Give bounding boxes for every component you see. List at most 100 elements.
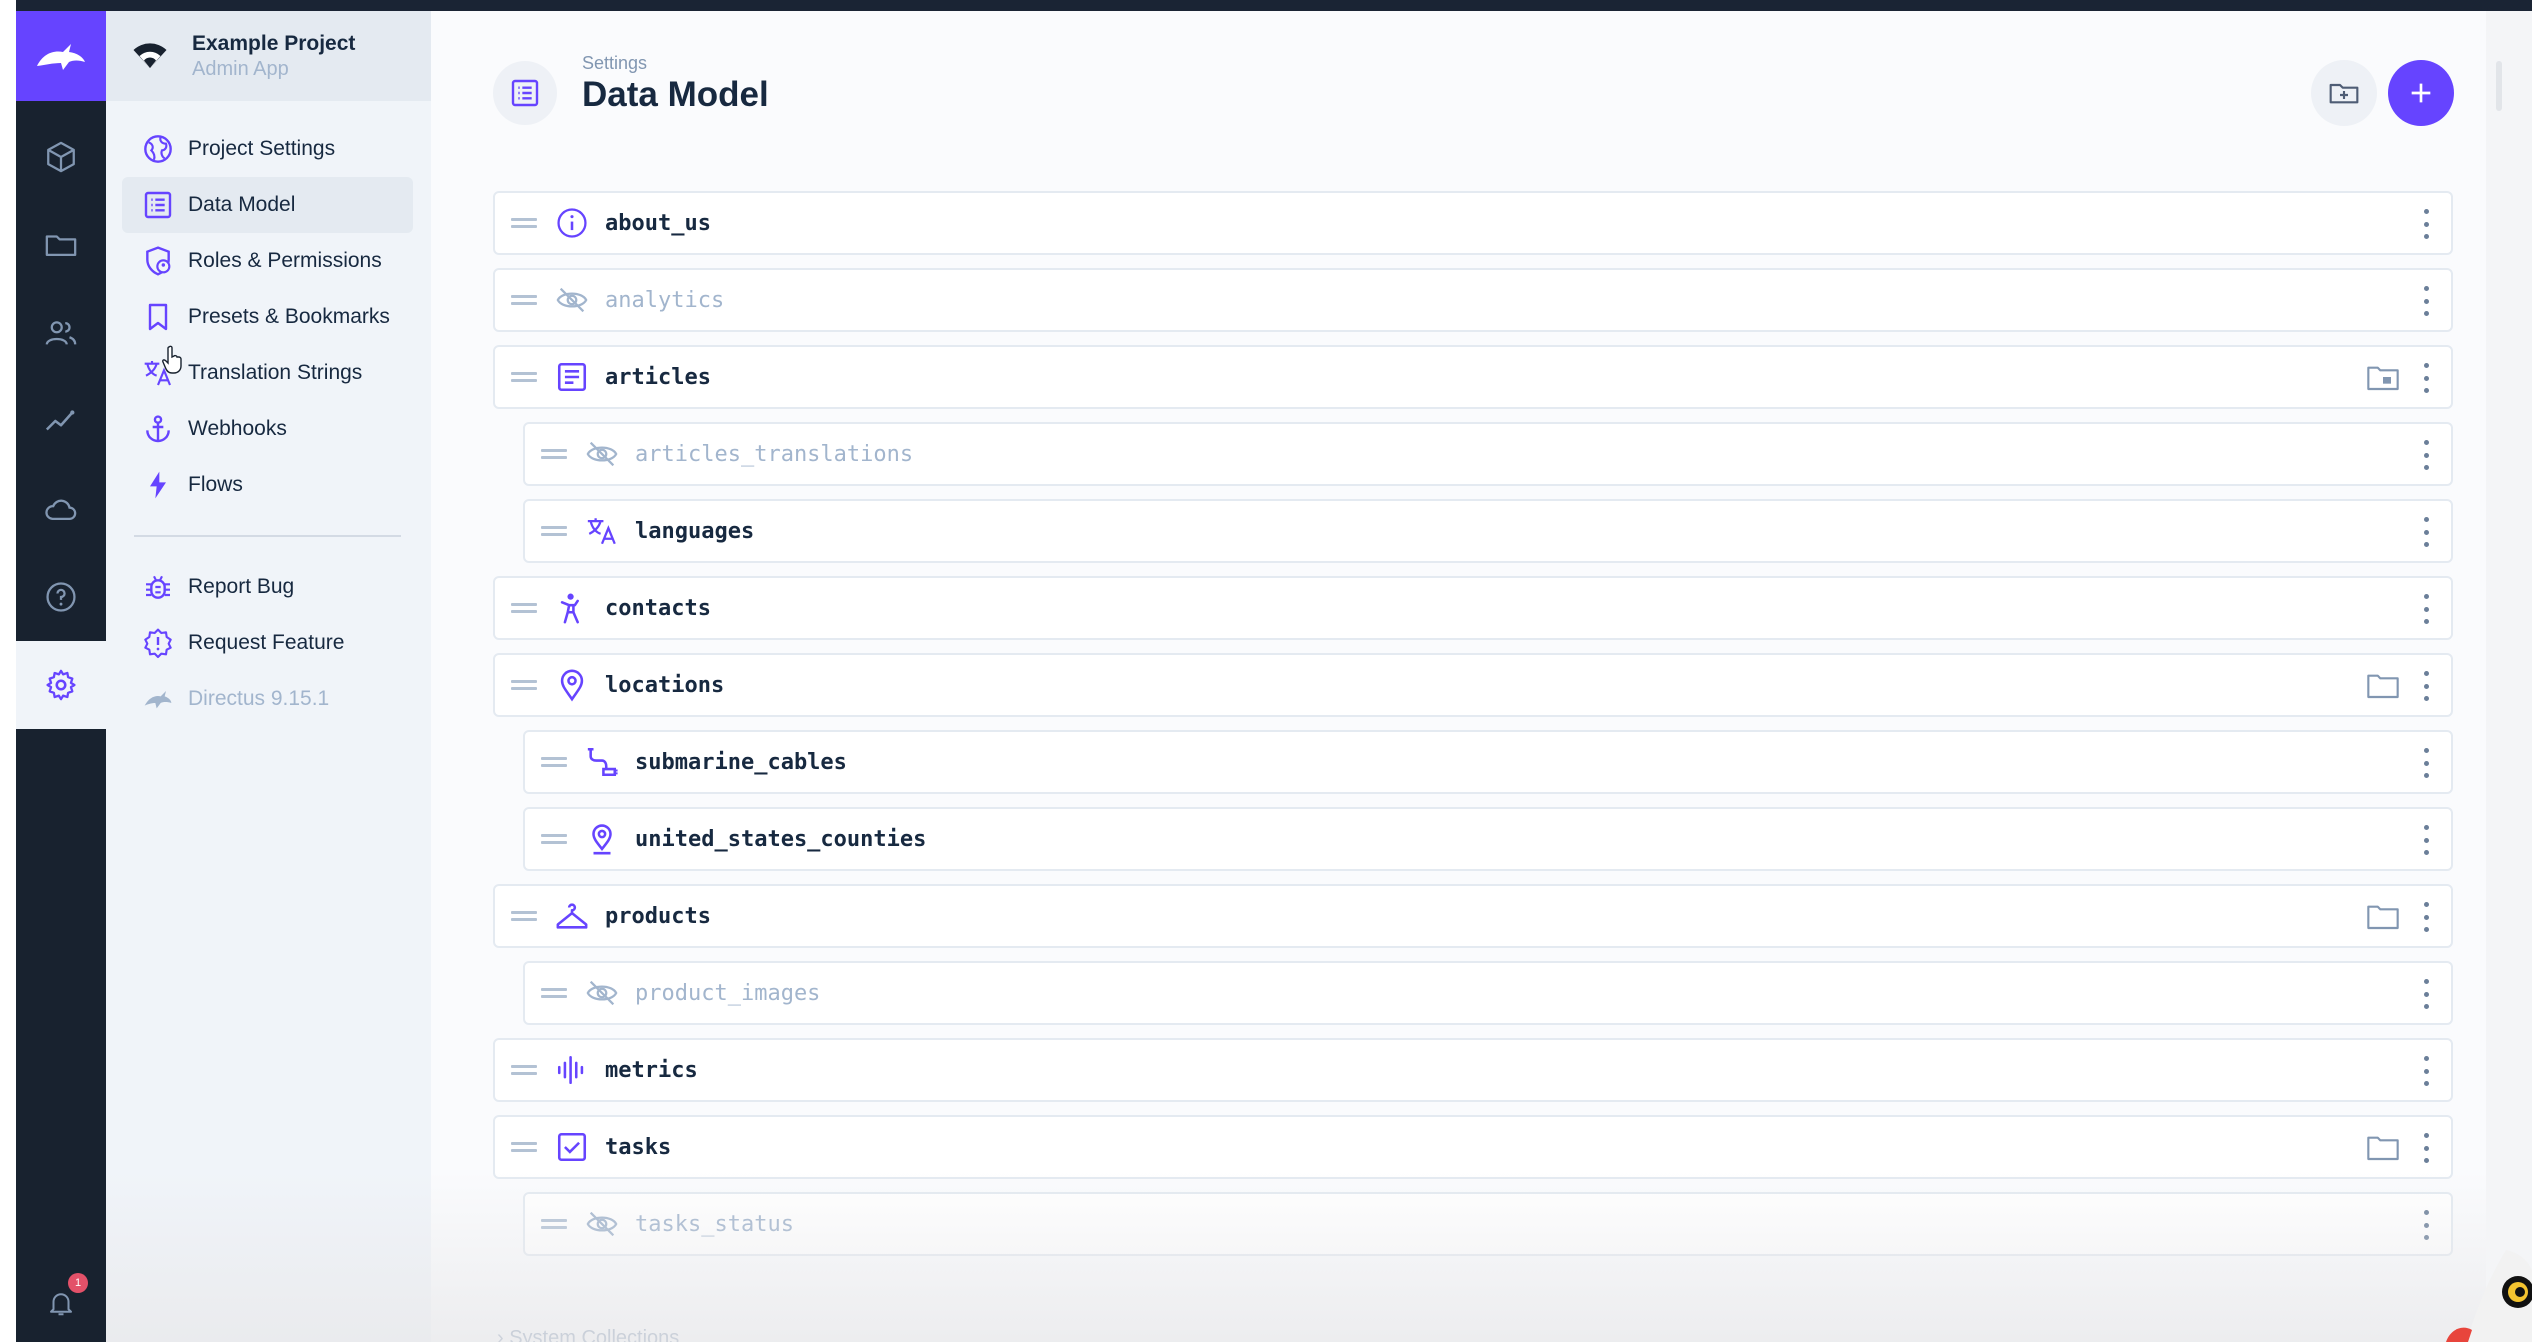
collection-name: tasks	[605, 1134, 672, 1160]
directus-logo[interactable]	[16, 11, 106, 101]
drag-handle[interactable]	[511, 217, 537, 229]
project-info[interactable]: Example Project Admin App	[106, 11, 431, 101]
notifications-button[interactable]	[16, 1273, 106, 1333]
collection-row-contacts[interactable]: contacts	[493, 576, 2453, 640]
more-options-button[interactable]	[2421, 517, 2431, 547]
frame-edge	[0, 0, 16, 1342]
drag-handle[interactable]	[511, 371, 537, 383]
nav-item-webhooks[interactable]: Webhooks	[122, 401, 413, 457]
collection-row-languages[interactable]: languages	[523, 499, 2453, 563]
scrollbar-thumb[interactable]	[2496, 61, 2502, 111]
drag-handle[interactable]	[511, 602, 537, 614]
more-options-button[interactable]	[2421, 1210, 2431, 1240]
drag-handle[interactable]	[511, 679, 537, 691]
nav-item-presets-bookmarks[interactable]: Presets & Bookmarks	[122, 289, 413, 345]
more-options-button[interactable]	[2421, 1133, 2431, 1163]
drag-handle[interactable]	[541, 448, 567, 460]
rabbit-logo-icon	[37, 44, 85, 70]
collection-name: metrics	[605, 1057, 698, 1083]
system-collections-toggle[interactable]: › System Collections	[497, 1327, 679, 1342]
collection-row-metrics[interactable]: metrics	[493, 1038, 2453, 1102]
cable-icon	[587, 747, 618, 777]
project-logo-icon	[133, 43, 167, 68]
check-box-icon	[557, 1132, 587, 1162]
box-icon	[47, 141, 75, 173]
collection-row-locations[interactable]: locations	[493, 653, 2453, 717]
breadcrumb[interactable]: Settings	[582, 53, 647, 74]
more-options-button[interactable]	[2421, 825, 2431, 855]
nav-item-report-bug[interactable]: Report Bug	[122, 559, 413, 615]
nav-item-data-model[interactable]: Data Model	[122, 177, 413, 233]
collection-row-articles[interactable]: articles	[493, 345, 2453, 409]
drag-handle[interactable]	[511, 1064, 537, 1076]
collection-row-product-images[interactable]: product_images	[523, 961, 2453, 1025]
drag-handle[interactable]	[511, 294, 537, 306]
collection-name: product_images	[635, 980, 821, 1006]
mascot-decoration-icon	[2446, 1250, 2532, 1342]
more-options-button[interactable]	[2421, 902, 2431, 932]
folder-icon	[2367, 905, 2399, 930]
visibility-off-icon	[586, 980, 618, 1006]
more-options-button[interactable]	[2421, 209, 2431, 239]
collection-name: products	[605, 903, 711, 929]
hand-cursor-icon	[162, 345, 182, 374]
more-options-button[interactable]	[2421, 979, 2431, 1009]
collection-name: about_us	[605, 210, 711, 236]
nav-item-project-settings[interactable]: Project Settings	[122, 121, 413, 177]
gear-icon	[46, 669, 76, 701]
notification-count-badge: 1	[68, 1273, 88, 1293]
module-help[interactable]	[16, 553, 106, 641]
module-users[interactable]	[16, 289, 106, 377]
settings-nav-list: Project Settings Data Model Roles & Perm…	[122, 121, 413, 727]
collection-row-articles-translations[interactable]: articles_translations	[523, 422, 2453, 486]
module-content[interactable]	[16, 113, 106, 201]
users-icon	[45, 321, 77, 345]
more-options-button[interactable]	[2421, 671, 2431, 701]
create-collection-button[interactable]	[2388, 60, 2454, 126]
module-cloud[interactable]	[16, 465, 106, 553]
collection-name: articles_translations	[635, 441, 914, 467]
module-files[interactable]	[16, 201, 106, 289]
more-options-button[interactable]	[2421, 1056, 2431, 1086]
add-icon	[2411, 83, 2431, 103]
more-options-button[interactable]	[2421, 748, 2431, 778]
collection-row-analytics[interactable]: analytics	[493, 268, 2453, 332]
collection-row-products[interactable]: products	[493, 884, 2453, 948]
nav-item-label: Webhooks	[188, 417, 287, 440]
drag-handle[interactable]	[541, 1218, 567, 1230]
drag-handle[interactable]	[541, 756, 567, 768]
collection-name: united_states_counties	[635, 826, 927, 852]
drag-handle[interactable]	[511, 1141, 537, 1153]
visibility-off-icon	[586, 1211, 618, 1237]
module-settings[interactable]	[16, 641, 106, 729]
drag-handle[interactable]	[511, 910, 537, 922]
more-options-button[interactable]	[2421, 440, 2431, 470]
nav-item-flows[interactable]: Flows	[122, 457, 413, 513]
more-options-button[interactable]	[2421, 594, 2431, 624]
visibility-off-icon	[586, 441, 618, 467]
list-alt-icon	[511, 79, 539, 107]
drag-handle[interactable]	[541, 987, 567, 999]
nav-item-label: Presets & Bookmarks	[188, 305, 390, 328]
nav-item-version[interactable]: Directus 9.15.1	[122, 671, 413, 727]
window-top-border	[0, 0, 2532, 11]
create-folder-button[interactable]	[2311, 60, 2377, 126]
page-title: Data Model	[582, 75, 769, 114]
nav-item-roles-permissions[interactable]: Roles & Permissions	[122, 233, 413, 289]
collection-row-submarine-cables[interactable]: submarine_cables	[523, 730, 2453, 794]
globe-icon	[144, 135, 172, 163]
collection-row-united-states-counties[interactable]: united_states_counties	[523, 807, 2453, 871]
module-insights[interactable]	[16, 377, 106, 465]
nav-item-label: Project Settings	[188, 137, 336, 160]
collection-name: analytics	[605, 287, 725, 313]
drag-handle[interactable]	[541, 525, 567, 537]
more-options-button[interactable]	[2421, 286, 2431, 316]
directus-logo-icon	[144, 691, 172, 709]
create-new-folder-icon	[2329, 83, 2359, 104]
collection-row-about-us[interactable]: about_us	[493, 191, 2453, 255]
collection-row-tasks-status[interactable]: tasks_status	[523, 1192, 2453, 1256]
nav-item-request-feature[interactable]: Request Feature	[122, 615, 413, 671]
more-options-button[interactable]	[2421, 363, 2431, 393]
drag-handle[interactable]	[541, 833, 567, 845]
collection-row-tasks[interactable]: tasks	[493, 1115, 2453, 1179]
